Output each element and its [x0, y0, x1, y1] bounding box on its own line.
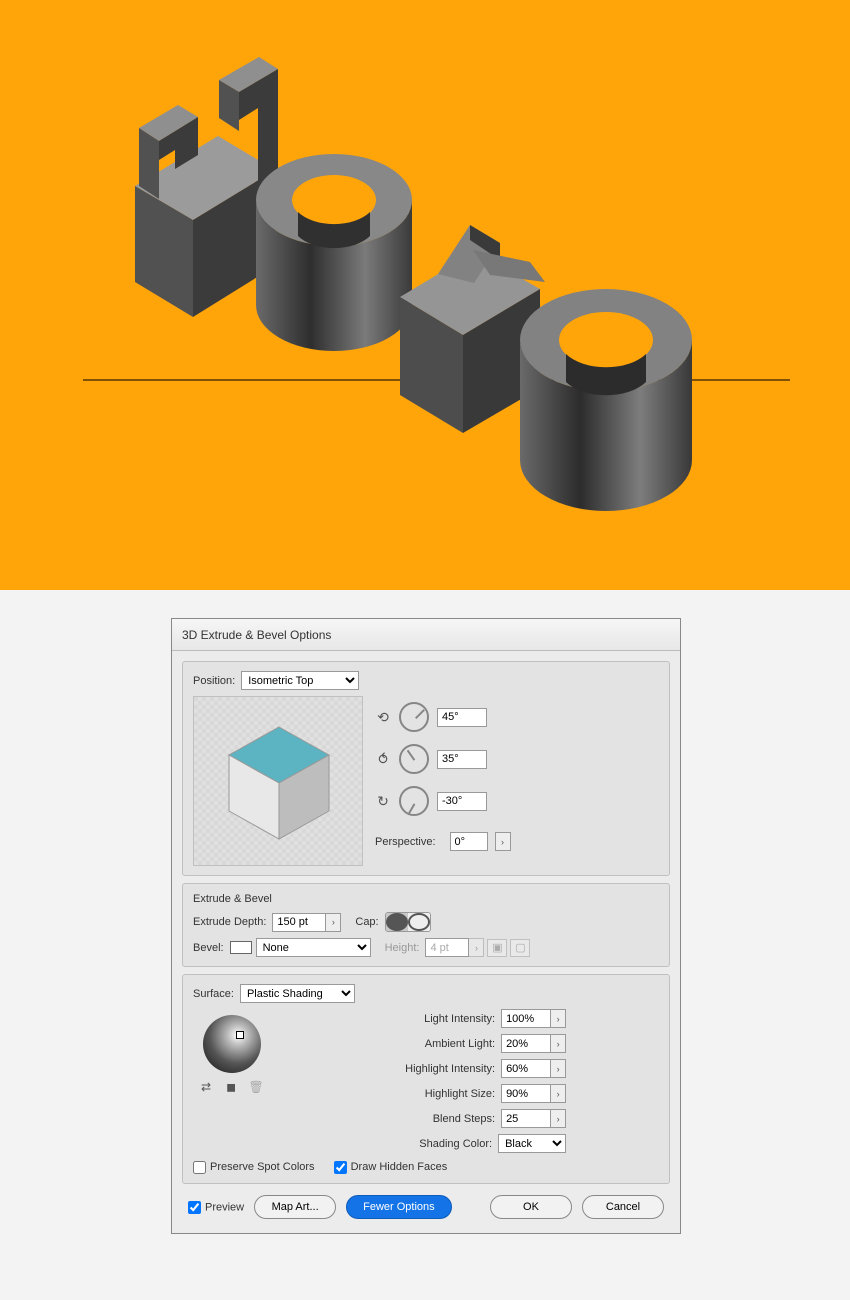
- rotate-y-dial[interactable]: [399, 744, 429, 774]
- move-light-back-icon[interactable]: ⇄: [197, 1079, 215, 1095]
- dialog-title: 3D Extrude & Bevel Options: [172, 619, 680, 651]
- extrude-depth-input[interactable]: [272, 913, 326, 932]
- perspective-stepper[interactable]: [495, 832, 511, 851]
- position-section: Position: Isometric Top ⟲: [182, 661, 670, 876]
- new-light-icon[interactable]: ◼: [222, 1079, 240, 1095]
- draw-hidden-faces-checkbox[interactable]: Draw Hidden Faces: [334, 1161, 448, 1173]
- shading-color-select[interactable]: Black: [498, 1134, 566, 1153]
- highlight-size-stepper[interactable]: [550, 1084, 566, 1103]
- rotate-z-input[interactable]: [437, 792, 487, 811]
- bevel-label: Bevel:: [193, 942, 224, 954]
- rotate-x-dial[interactable]: [399, 702, 429, 732]
- highlight-intensity-stepper[interactable]: [550, 1059, 566, 1078]
- light-marker[interactable]: [236, 1031, 244, 1039]
- dialog-3d-extrude-bevel: 3D Extrude & Bevel Options Position: Iso…: [171, 618, 681, 1234]
- highlight-intensity-label: Highlight Intensity:: [380, 1063, 495, 1075]
- bevel-height-label: Height:: [385, 942, 420, 954]
- rotate-z-dial[interactable]: [399, 786, 429, 816]
- cap-label: Cap:: [355, 916, 378, 928]
- surface-label: Surface:: [193, 988, 234, 1000]
- extrude-section-title: Extrude & Bevel: [193, 893, 659, 905]
- light-intensity-input[interactable]: [501, 1009, 551, 1028]
- bevel-height-stepper: [468, 938, 484, 957]
- fewer-options-button[interactable]: Fewer Options: [346, 1195, 452, 1219]
- map-art-button[interactable]: Map Art...: [254, 1195, 336, 1219]
- surface-section: Surface: Plastic Shading ⇄ ◼ 🗑 Light Int…: [182, 974, 670, 1184]
- bevel-out-icon: ▢: [510, 939, 530, 957]
- preview-checkbox[interactable]: Preview: [188, 1201, 244, 1214]
- rotate-x-icon: ⟲: [375, 709, 391, 725]
- cap-toggle[interactable]: [385, 912, 431, 932]
- ambient-light-label: Ambient Light:: [380, 1038, 495, 1050]
- perspective-input[interactable]: [450, 832, 488, 851]
- light-sphere[interactable]: [203, 1015, 261, 1073]
- light-intensity-label: Light Intensity:: [380, 1013, 495, 1025]
- bevel-swatch: [230, 941, 252, 954]
- light-intensity-stepper[interactable]: [550, 1009, 566, 1028]
- perspective-label: Perspective:: [375, 836, 436, 848]
- rotate-y-icon: ⥀: [375, 751, 391, 767]
- shading-color-label: Shading Color:: [377, 1138, 492, 1150]
- extrude-depth-label: Extrude Depth:: [193, 916, 266, 928]
- extrude-bevel-section: Extrude & Bevel Extrude Depth: Cap: Beve…: [182, 883, 670, 967]
- rotation-preview[interactable]: [193, 696, 363, 866]
- rotate-y-input[interactable]: [437, 750, 487, 769]
- ambient-light-stepper[interactable]: [550, 1034, 566, 1053]
- cancel-button[interactable]: Cancel: [582, 1195, 664, 1219]
- delete-light-icon[interactable]: 🗑: [247, 1079, 265, 1095]
- cap-on-icon[interactable]: [386, 913, 408, 931]
- bevel-in-icon: ▣: [487, 939, 507, 957]
- blend-steps-label: Blend Steps:: [380, 1113, 495, 1125]
- position-select[interactable]: Isometric Top: [241, 671, 359, 690]
- blend-steps-input[interactable]: [501, 1109, 551, 1128]
- highlight-size-input[interactable]: [501, 1084, 551, 1103]
- bevel-select[interactable]: None: [256, 938, 371, 957]
- extrude-depth-stepper[interactable]: [325, 913, 341, 932]
- cap-off-icon[interactable]: [408, 913, 430, 931]
- rotate-z-icon: ↻: [375, 793, 391, 809]
- ambient-light-input[interactable]: [501, 1034, 551, 1053]
- position-label: Position:: [193, 675, 235, 687]
- blend-steps-stepper[interactable]: [550, 1109, 566, 1128]
- highlight-size-label: Highlight Size:: [380, 1088, 495, 1100]
- preserve-spot-colors-checkbox[interactable]: Preserve Spot Colors: [193, 1161, 315, 1173]
- ok-button[interactable]: OK: [490, 1195, 572, 1219]
- surface-select[interactable]: Plastic Shading: [240, 984, 355, 1003]
- highlight-intensity-input[interactable]: [501, 1059, 551, 1078]
- rotate-x-input[interactable]: [437, 708, 487, 727]
- artwork-canvas: [0, 0, 850, 590]
- bevel-height-input: [425, 938, 469, 957]
